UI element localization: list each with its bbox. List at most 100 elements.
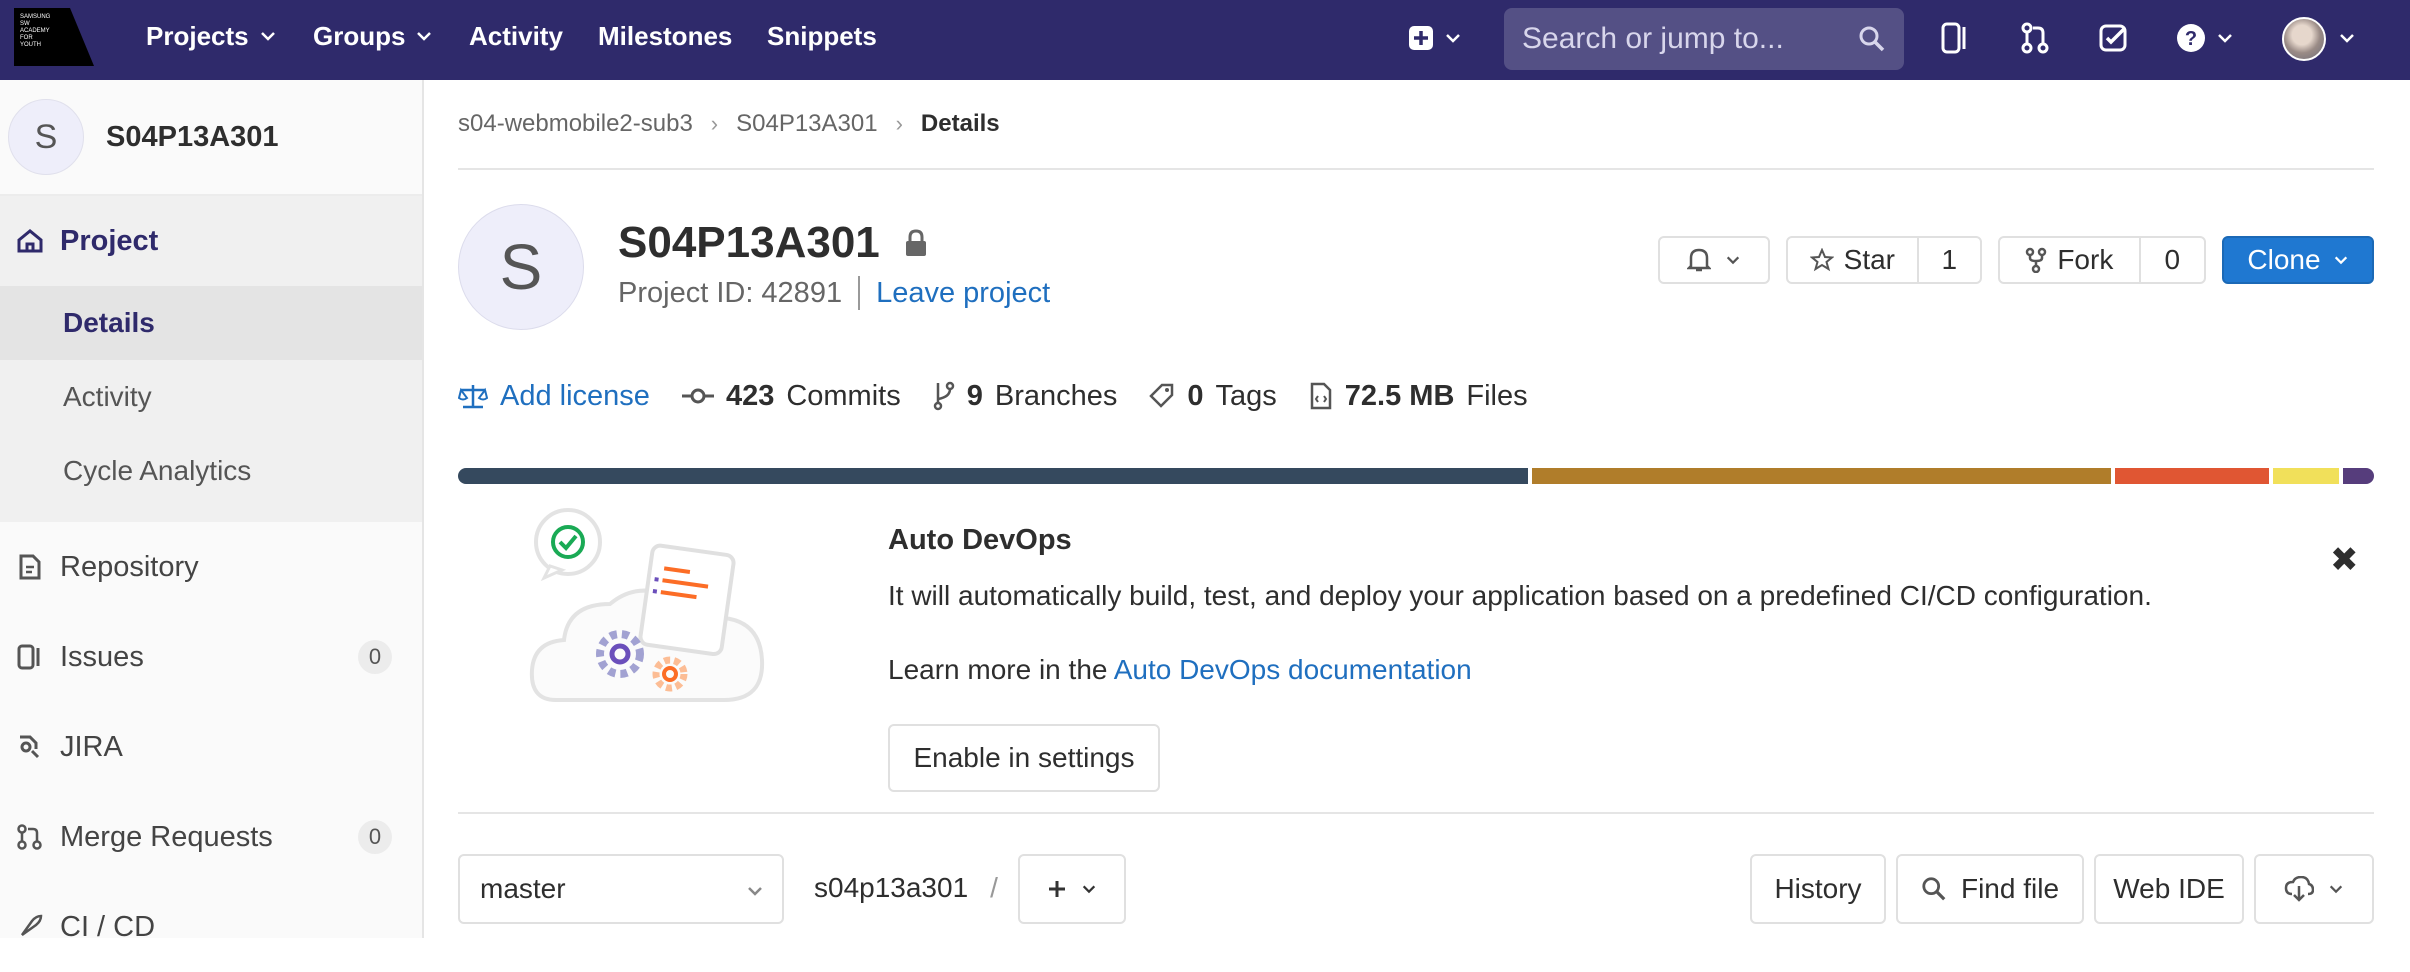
branches-label: Branches [994,379,1118,412]
sidebar-item-jira[interactable]: JIRA [0,702,422,792]
plus-icon [1049,881,1065,897]
breadcrumb-project[interactable]: S04P13A301 [736,110,877,138]
sidebar-item-label: Project [60,224,159,257]
issues-icon [1941,22,1966,54]
breadcrumb: s04-webmobile2-sub3 › S04P13A301 › Detai… [458,104,1000,144]
user-menu-toggle[interactable] [2338,18,2356,58]
sidebar-subitem-label: Details [63,307,155,338]
sidebar-subitem-label: Cycle Analytics [63,455,252,486]
add-license-link[interactable]: Add license [458,380,650,413]
find-file-button[interactable]: Find file [1896,854,2084,924]
issues-icon [17,644,40,670]
history-button[interactable]: History [1750,854,1886,924]
sidebar-item-label: Issues [60,640,144,673]
nav-snippets[interactable]: Snippets [767,0,877,72]
scale-icon [458,385,488,409]
enable-in-settings-button[interactable]: Enable in settings [888,724,1160,792]
file-icon [1310,382,1332,410]
nav-activity[interactable]: Activity [469,0,563,72]
star-button[interactable]: Star [1788,238,1917,282]
branch-select[interactable]: master [458,854,784,924]
clone-label: Clone [2247,244,2321,275]
branch-name: master [480,873,566,904]
star-icon [1809,248,1834,272]
sidebar-item-merge-requests[interactable]: Merge Requests 0 [0,792,422,882]
files-stat[interactable]: 72.5 MB Files [1309,380,1528,413]
add-to-tree-dropdown[interactable] [1018,854,1126,924]
fork-button[interactable]: Fork [2000,238,2139,282]
new-dropdown[interactable] [1408,18,1462,58]
repository-languages-bar[interactable] [458,468,2375,484]
star-count[interactable]: 1 [1919,238,1980,282]
sidebar-item-issues[interactable]: Issues 0 [0,612,422,702]
samsung-academy-logo[interactable]: SAMSUNG SW ACADEMY FOR YOUTH [14,8,94,66]
clone-button[interactable]: Clone [2222,236,2374,284]
home-icon [17,229,43,253]
branch-icon [933,381,954,411]
project-stats: Add license 423 Commits 9 Branches 0 Tag… [458,376,1528,416]
sidebar-subitem-activity[interactable]: Activity [0,360,422,434]
breadcrumb-current[interactable]: Details [921,110,1000,138]
project-sidebar: S S04P13A301 Project Details Activity Cy… [0,80,424,943]
language-segment[interactable] [2272,468,2340,484]
sidebar-subitem-details[interactable]: Details [0,286,422,360]
chevron-down-icon [2329,885,2343,894]
merge-requests-shortcut[interactable] [2020,18,2050,58]
language-segment[interactable] [2114,468,2269,484]
nav-milestones[interactable]: Milestones [598,0,732,72]
sidebar-item-project[interactable]: Project [0,196,422,286]
page-title: S04P13A301 [618,218,928,268]
web-ide-button[interactable]: Web IDE [2094,854,2244,924]
commits-count: 423 [725,379,775,412]
history-label: History [1774,873,1862,904]
sidebar-item-repository[interactable]: Repository [0,522,422,612]
issues-shortcut[interactable] [1940,18,1970,58]
web-ide-label: Web IDE [2113,873,2225,904]
todo-icon [2099,24,2127,52]
project-title: S04P13A301 [618,218,880,267]
divider [458,168,2374,170]
close-icon[interactable]: ✖ [2330,540,2359,580]
sidebar-project-name: S04P13A301 [106,120,279,153]
auto-devops-learn-more: Learn more in the Auto DevOps documentat… [888,654,1472,686]
search-input[interactable]: Search or jump to... [1504,8,1904,70]
rocket-icon [20,914,43,937]
help-dropdown[interactable]: ? [2176,18,2234,58]
sidebar-item-ci-cd[interactable]: CI / CD [0,882,422,972]
sidebar-subitem-label: Activity [63,381,152,412]
sidebar-item-label: Repository [60,550,199,583]
files-label: Files [1466,379,1528,412]
breadcrumb-group[interactable]: s04-webmobile2-sub3 [458,110,693,138]
sidebar-project-header[interactable]: S S04P13A301 [0,80,422,196]
branches-stat[interactable]: 9 Branches [933,379,1118,413]
sidebar-subitem-cycle-analytics[interactable]: Cycle Analytics [0,434,422,508]
search-placeholder: Search or jump to... [1522,22,1784,55]
leave-project-link[interactable]: Leave project [876,277,1050,310]
nav-groups[interactable]: Groups [313,0,433,72]
chevron-down-icon [1726,256,1740,265]
download-dropdown[interactable] [2254,854,2374,924]
tags-count: 0 [1187,379,1204,412]
language-segment[interactable] [1531,468,2111,484]
tags-label: Tags [1215,379,1277,412]
fork-count[interactable]: 0 [2141,238,2204,282]
language-segment[interactable] [2343,468,2375,484]
merge-request-icon [2021,22,2049,54]
tags-stat[interactable]: 0 Tags [1149,379,1277,413]
tag-icon [1149,383,1174,408]
notification-dropdown[interactable] [1658,236,1770,284]
nav-groups-label: Groups [313,20,406,51]
nav-projects[interactable]: Projects [146,0,277,72]
nav-snippets-label: Snippets [767,20,877,51]
user-avatar[interactable] [2282,17,2326,61]
todos-shortcut[interactable] [2098,18,2128,58]
repo-root-link[interactable]: s04p13a301 [814,872,968,904]
auto-devops-docs-link[interactable]: Auto DevOps documentation [1114,654,1472,685]
auto-devops-illustration [528,500,768,730]
sidebar-item-label: CI / CD [60,910,156,943]
commits-stat[interactable]: 423 Commits [681,379,901,413]
help-icon: ? [2177,24,2205,52]
language-segment[interactable] [458,468,1528,484]
search-icon [1922,877,1946,901]
repository-path: s04p13a301 / [814,872,998,904]
